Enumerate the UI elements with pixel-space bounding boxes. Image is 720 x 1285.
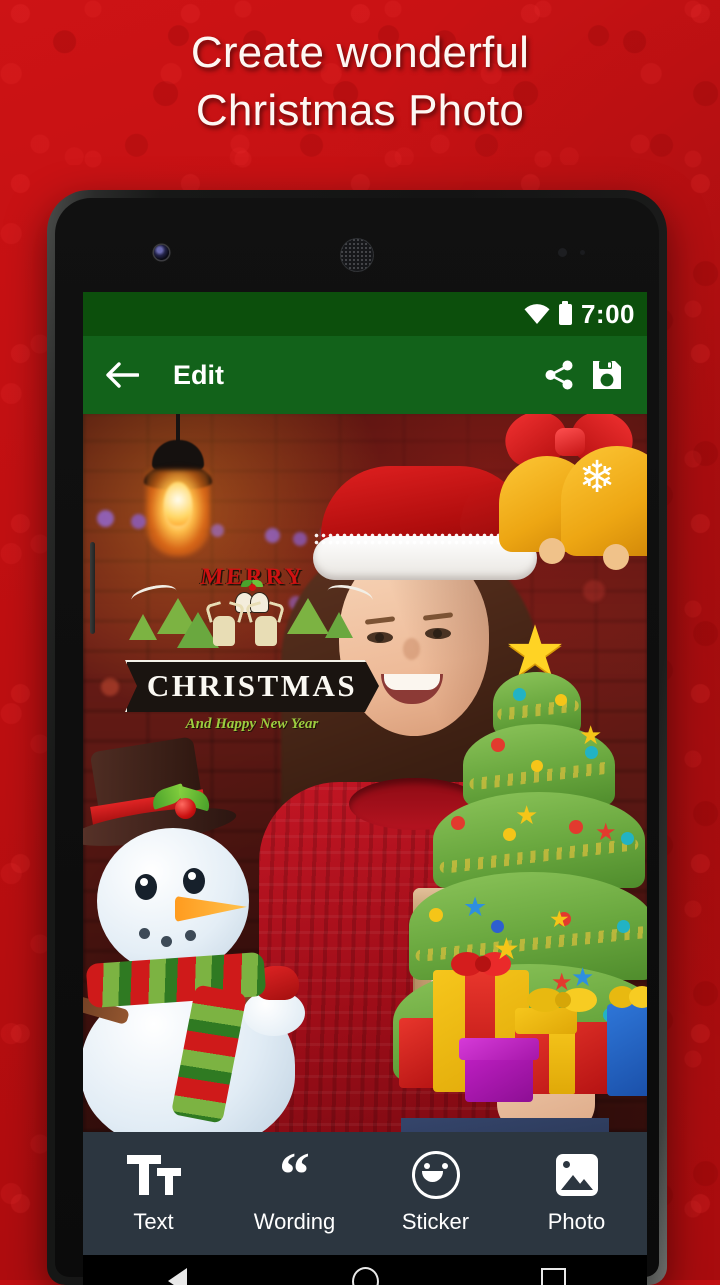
image-picture-icon: [556, 1153, 598, 1197]
snowman-mouth-dot: [139, 928, 150, 939]
share-button[interactable]: [535, 351, 583, 399]
bokeh-light: [101, 678, 119, 696]
front-camera-icon: [154, 245, 169, 260]
earpiece-speaker-icon: [340, 238, 374, 272]
tool-wording-label: Wording: [254, 1209, 336, 1235]
snowman-eye: [135, 874, 157, 900]
app-bar: Edit: [83, 336, 647, 414]
bokeh-light: [97, 510, 114, 527]
tool-sticker-label: Sticker: [402, 1209, 469, 1235]
snowman-mouth-dot: [185, 930, 196, 941]
status-bar: 7:00: [83, 292, 647, 336]
bokeh-light: [583, 580, 605, 602]
bell-clapper: [539, 538, 565, 564]
status-bar-time: 7:00: [581, 299, 635, 330]
reindeer-icon: [255, 616, 277, 646]
power-button[interactable]: [90, 542, 95, 634]
tool-photo-label: Photo: [548, 1209, 606, 1235]
editor-tool-bar: Text “ Wording: [83, 1132, 647, 1255]
badge-sub-text: And Happy New Year: [125, 716, 379, 733]
gift-box-lid: [459, 1038, 539, 1060]
wifi-icon: [524, 304, 550, 324]
gift-box: [607, 1004, 647, 1096]
nav-home-button[interactable]: [335, 1255, 395, 1285]
save-button[interactable]: [583, 351, 631, 399]
android-back-icon: [168, 1268, 187, 1285]
nav-recents-button[interactable]: [523, 1255, 583, 1285]
light-sensor-icon: [580, 250, 585, 255]
phone-screen: 7:00 Edit: [83, 292, 647, 1255]
android-home-icon: [352, 1267, 379, 1285]
page-title: Edit: [173, 360, 535, 391]
snowman-eye: [183, 868, 205, 894]
merry-christmas-badge[interactable]: MERRY: [125, 564, 379, 744]
golden-bells-sticker[interactable]: ❄: [487, 414, 647, 562]
tool-sticker[interactable]: Sticker: [365, 1132, 506, 1255]
share-icon: [543, 359, 575, 391]
smiley-face-icon: [412, 1153, 460, 1197]
battery-full-icon: [559, 304, 572, 325]
gift-boxes-sticker[interactable]: ★ ★ ★: [399, 926, 647, 1132]
photo-canvas[interactable]: MERRY: [83, 414, 647, 1132]
snowman-head: [97, 828, 249, 974]
bokeh-light: [131, 514, 146, 529]
snowflake-icon: ❄: [573, 456, 621, 504]
tool-text-label: Text: [133, 1209, 173, 1235]
phone-mockup: 7:00 Edit: [47, 190, 667, 1285]
snowman-sticker[interactable]: [83, 744, 319, 1132]
save-floppy-icon: [591, 359, 623, 391]
nav-back-button[interactable]: [147, 1255, 207, 1285]
phone-bezel: 7:00 Edit: [55, 198, 659, 1277]
quote-marks-icon: “: [279, 1153, 310, 1197]
tool-photo[interactable]: Photo: [506, 1132, 647, 1255]
text-format-icon: [127, 1153, 181, 1197]
back-button[interactable]: [99, 352, 145, 398]
bokeh-light: [211, 524, 224, 537]
android-navigation-bar: [83, 1255, 647, 1285]
badge-main-text: CHRISTMAS: [125, 660, 379, 712]
android-recents-icon: [541, 1268, 566, 1285]
snowman-mouth-dot: [161, 936, 172, 947]
bell-clapper: [603, 544, 629, 570]
tool-text[interactable]: Text: [83, 1132, 224, 1255]
gift-bow: [609, 984, 647, 1010]
holly-decoration: [151, 788, 217, 824]
proximity-sensor-icon: [558, 248, 567, 257]
reindeer-icon: [213, 616, 235, 646]
tool-wording[interactable]: “ Wording: [224, 1132, 365, 1255]
arrow-back-icon: [105, 360, 139, 390]
